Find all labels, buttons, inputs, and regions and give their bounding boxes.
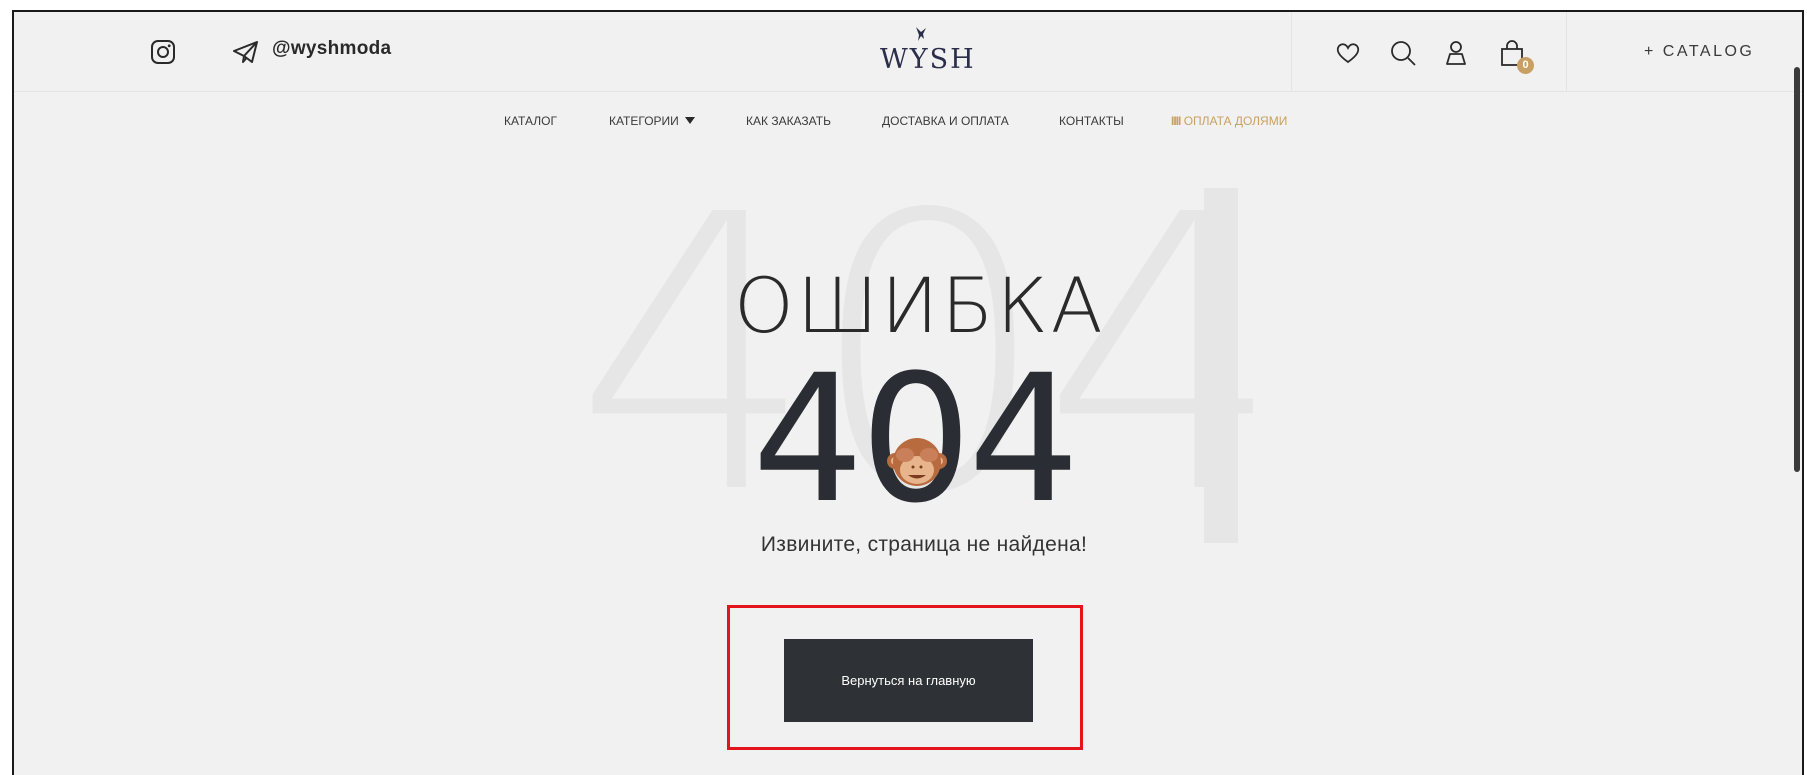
nav-item-categories[interactable]: КАТЕГОРИИ	[609, 114, 695, 128]
back-to-home-button[interactable]: Вернуться на главную	[784, 639, 1033, 722]
error-message: Извините, страница не найдена!	[760, 533, 1088, 556]
nav-item-catalog[interactable]: КАТАЛОГ	[504, 114, 557, 128]
instagram-icon[interactable]	[150, 39, 176, 65]
hummingbird-icon	[916, 27, 926, 41]
telegram-icon[interactable]	[232, 40, 260, 64]
telegram-handle-link[interactable]: @wyshmoda	[272, 38, 391, 60]
heart-icon[interactable]	[1334, 39, 1362, 67]
header-divider	[1291, 12, 1292, 91]
caret-down-icon	[684, 117, 695, 124]
monkey-emoji-icon	[887, 438, 947, 486]
page-frame: @wyshmoda WYSH 0 + CATALOG КАТАЛОГ КАТЕГ…	[12, 10, 1804, 775]
user-icon[interactable]	[1442, 39, 1470, 67]
search-icon[interactable]	[1389, 39, 1417, 67]
nav-item-label: ОПЛАТА ДОЛЯМИ	[1183, 114, 1288, 128]
logo-text: WYSH	[880, 44, 976, 75]
main-nav: КАТАЛОГ КАТЕГОРИИ КАК ЗАКАЗАТЬ ДОСТАВКА …	[14, 114, 1802, 134]
site-logo[interactable]: WYSH	[880, 24, 976, 84]
nav-item-label: КАТЕГОРИИ	[609, 114, 679, 128]
header-divider	[1566, 12, 1567, 91]
error-title: ОШИБКА	[734, 261, 1106, 350]
scrollbar[interactable]	[1794, 67, 1800, 472]
cart-count-badge: 0	[1517, 57, 1534, 74]
site-header: @wyshmoda WYSH 0 + CATALOG	[14, 12, 1802, 92]
nav-item-delivery-payment[interactable]: ДОСТАВКА И ОПЛАТА	[882, 114, 1009, 128]
nav-item-installments[interactable]: IIII ОПЛАТА ДОЛЯМИ	[1171, 114, 1287, 128]
nav-item-how-to-order[interactable]: КАК ЗАКАЗАТЬ	[746, 114, 831, 128]
catalog-link[interactable]: + CATALOG	[1644, 43, 1754, 61]
installments-icon: IIII	[1171, 114, 1181, 128]
background-bar	[1204, 188, 1238, 543]
nav-item-contacts[interactable]: КОНТАКТЫ	[1059, 114, 1124, 128]
